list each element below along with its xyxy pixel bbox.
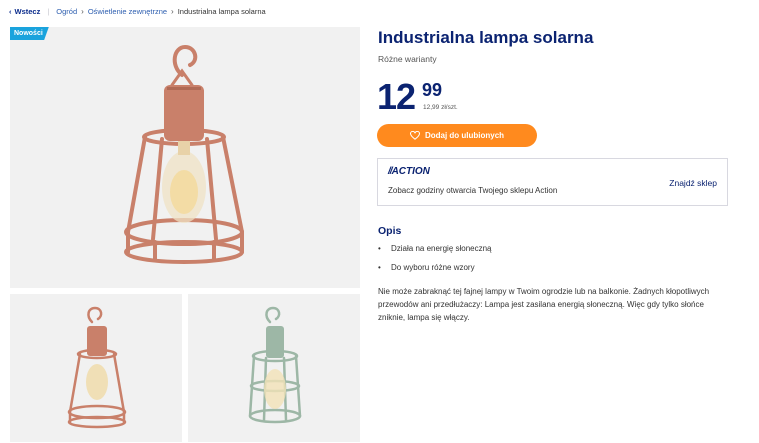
store-info-box: //ACTION Zobacz godziny otwarcia Twojego… — [377, 158, 728, 206]
thumbnail-green[interactable] — [188, 294, 360, 442]
feature-text: Do wyboru różne wzory — [391, 263, 475, 272]
breadcrumb-current: Industrialna lampa solarna — [177, 6, 266, 16]
chevron-right-icon: › — [171, 6, 174, 16]
add-to-favorites-label: Dodaj do ulubionych — [424, 131, 505, 140]
lamp-terracotta-image — [124, 44, 244, 264]
action-logo: //ACTION — [388, 166, 430, 177]
bullet-icon: • — [378, 244, 381, 253]
breadcrumb-item-oswietlenie[interactable]: Oświetlenie zewnętrzne — [88, 7, 167, 16]
chevron-left-icon: ‹ — [9, 6, 12, 16]
description-text: Nie może zabraknąć tej fajnej lampy w Tw… — [378, 287, 710, 322]
store-hours-text: Zobacz godziny otwarcia Twojego sklepu A… — [388, 186, 558, 195]
product-title: Industrialna lampa solarna — [378, 28, 594, 47]
bullet-icon: • — [378, 263, 381, 272]
back-label: Wstecz — [14, 6, 41, 16]
breadcrumb-item-ogrod[interactable]: Ogród — [56, 7, 77, 16]
find-store-link[interactable]: Znajdź sklep — [669, 178, 717, 188]
lamp-green-thumb-image — [248, 306, 302, 424]
feature-text: Działa na energię słoneczną — [391, 244, 492, 253]
lamp-terracotta-thumb-image — [67, 306, 127, 429]
list-item: • Działa na energię słoneczną — [378, 244, 492, 263]
thumbnail-terracotta[interactable] — [10, 294, 182, 442]
variants-label: Różne warianty — [378, 54, 437, 64]
chevron-right-icon: › — [81, 6, 84, 16]
list-item: • Do wyboru różne wzory — [378, 263, 492, 282]
description-heading: Opis — [378, 225, 402, 237]
breadcrumb-divider: | — [47, 6, 50, 16]
back-link[interactable]: ‹ Wstecz — [9, 7, 40, 16]
new-badge: Nowości — [10, 27, 49, 40]
feature-list: • Działa na energię słoneczną • Do wyboru … — [378, 244, 492, 282]
action-logo-text: ACTION — [391, 166, 430, 177]
main-product-image[interactable]: Nowości — [10, 27, 360, 288]
add-to-favorites-button[interactable]: Dodaj do ulubionych — [377, 124, 537, 147]
price-cents: 99 — [422, 80, 443, 100]
heart-icon — [409, 131, 420, 140]
unit-price: 12,99 zł/szt. — [423, 104, 458, 111]
price-whole: 12 — [377, 76, 416, 117]
breadcrumb: ‹ Wstecz | Ogród › Oświetlenie zewnętrzn… — [9, 5, 266, 17]
